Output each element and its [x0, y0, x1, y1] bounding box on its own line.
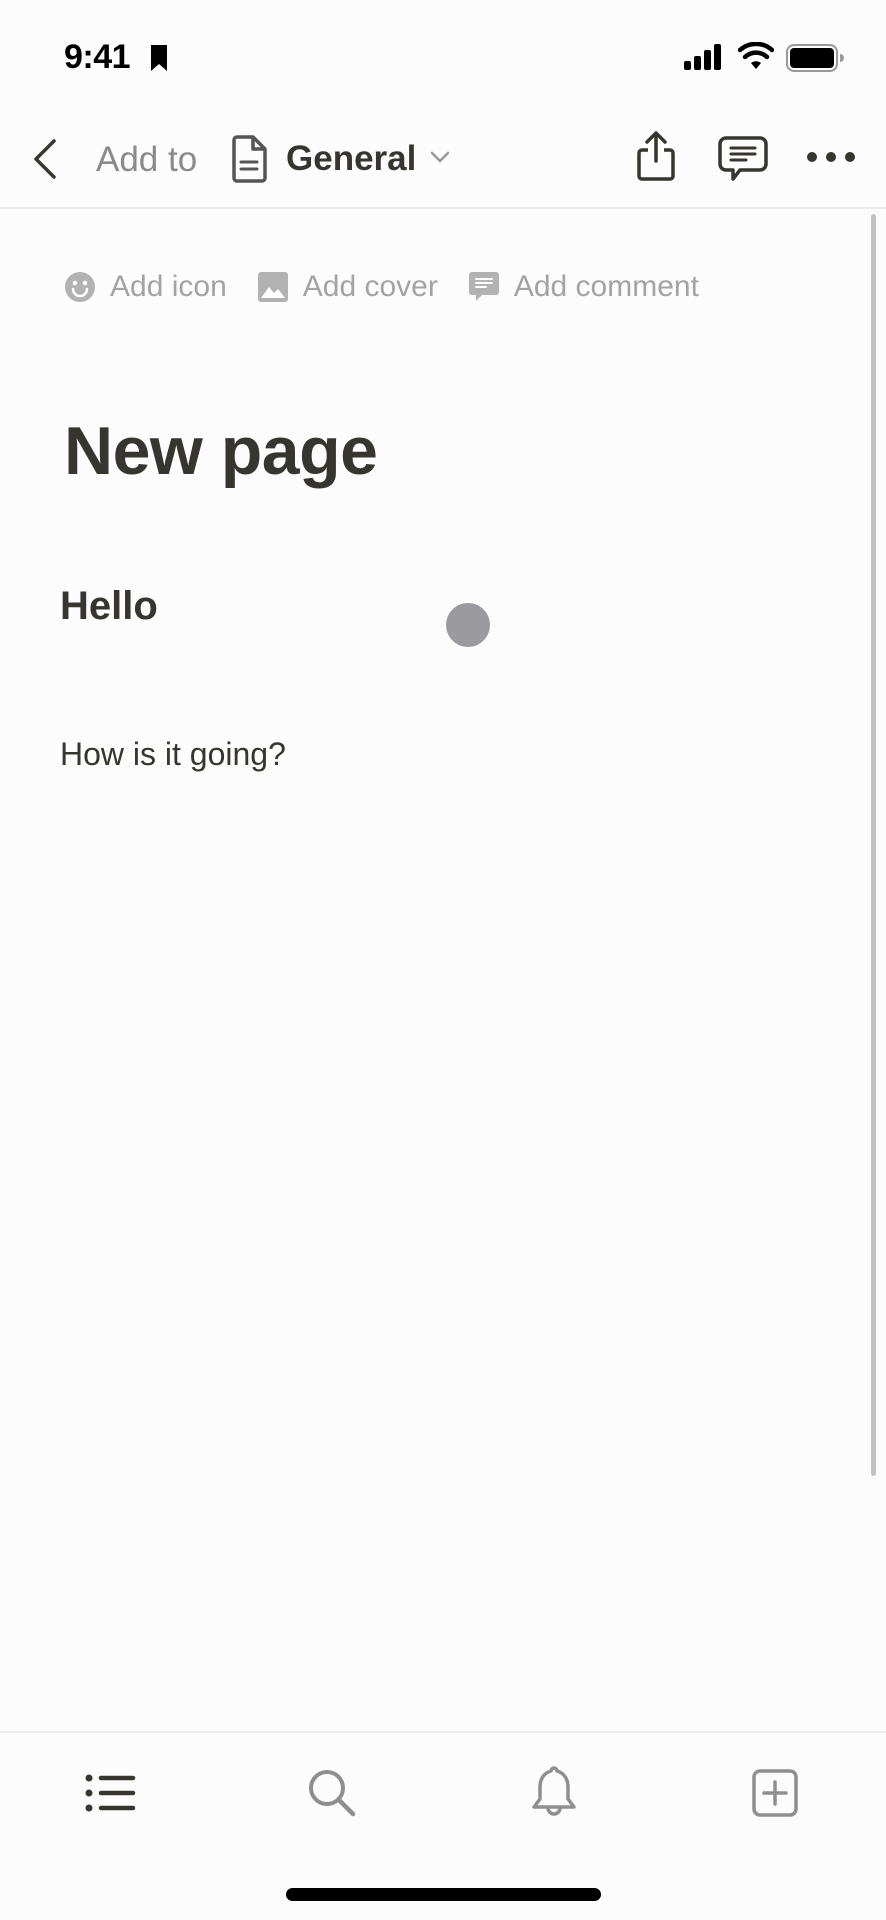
- status-time: 9:41: [64, 38, 131, 76]
- image-icon: [257, 272, 288, 302]
- back-button[interactable]: [26, 134, 66, 184]
- comments-button[interactable]: [718, 136, 768, 182]
- add-comment-button[interactable]: Add comment: [468, 270, 699, 304]
- workspace-selector[interactable]: General: [286, 139, 416, 179]
- smiley-icon: [65, 272, 95, 302]
- status-bar: 9:41: [0, 0, 886, 110]
- tab-pages[interactable]: [81, 1763, 141, 1823]
- text-block[interactable]: How is it going?: [60, 736, 286, 773]
- scrollbar[interactable]: [871, 214, 876, 1476]
- nav-header: Add to General: [0, 110, 886, 209]
- tab-search[interactable]: [302, 1763, 362, 1823]
- comment-icon: [468, 272, 499, 301]
- bell-icon: [532, 1766, 576, 1816]
- new-page-icon: [752, 1769, 798, 1817]
- cellular-signal-icon: [684, 44, 721, 70]
- add-icon-label: Add icon: [110, 270, 227, 303]
- bookmark-icon: [151, 45, 167, 71]
- add-icon-button[interactable]: Add icon: [64, 270, 227, 304]
- add-cover-button[interactable]: Add cover: [257, 270, 438, 304]
- touch-indicator: [446, 603, 490, 647]
- document-icon: [232, 135, 267, 183]
- home-indicator: [286, 1888, 601, 1901]
- list-icon: [85, 1774, 136, 1812]
- add-comment-label: Add comment: [513, 270, 699, 303]
- page-title[interactable]: New page: [64, 412, 378, 490]
- search-icon: [309, 1770, 356, 1817]
- chevron-down-icon[interactable]: [430, 150, 450, 164]
- tab-new-page[interactable]: [745, 1763, 805, 1823]
- heading-block[interactable]: Hello: [60, 584, 158, 629]
- page-actions: Add icon Add cover Add comment: [64, 270, 729, 304]
- share-button[interactable]: [634, 130, 678, 182]
- more-button[interactable]: [806, 150, 856, 164]
- battery-icon: [786, 44, 844, 72]
- tab-inbox[interactable]: [524, 1763, 584, 1823]
- wifi-icon: [738, 42, 774, 69]
- add-cover-label: Add cover: [302, 270, 438, 303]
- add-to-label: Add to: [96, 140, 198, 179]
